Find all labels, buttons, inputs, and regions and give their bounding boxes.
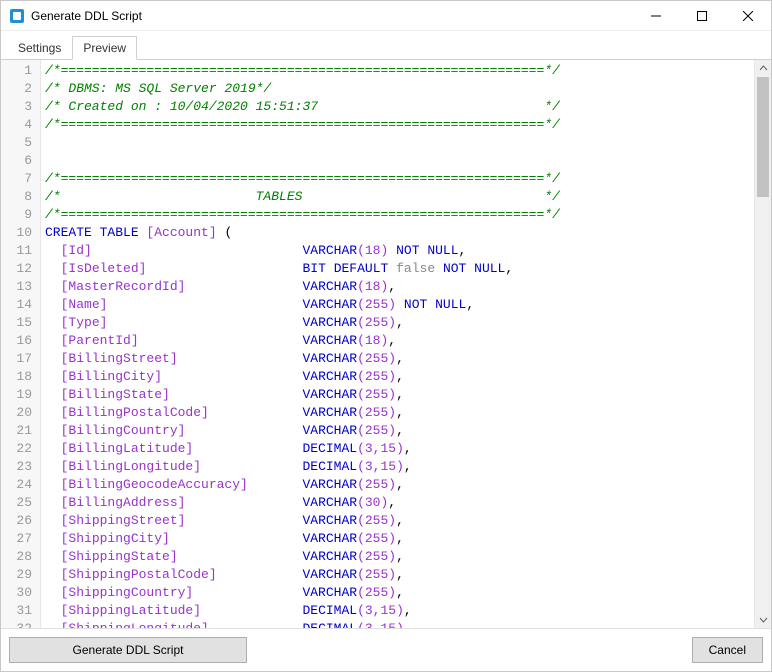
line-number: 7 [11, 170, 32, 188]
code-line: [BillingPostalCode] VARCHAR(255), [45, 404, 750, 422]
window-title: Generate DDL Script [31, 9, 142, 23]
maximize-button[interactable] [679, 1, 725, 31]
code-line: [IsDeleted] BIT DEFAULT false NOT NULL, [45, 260, 750, 278]
line-number: 1 [11, 62, 32, 80]
tab-settings[interactable]: Settings [7, 36, 72, 60]
code-line: [BillingCountry] VARCHAR(255), [45, 422, 750, 440]
scroll-down-icon[interactable] [755, 611, 771, 628]
code-line: [Name] VARCHAR(255) NOT NULL, [45, 296, 750, 314]
line-number: 32 [11, 620, 32, 629]
vertical-scrollbar[interactable] [754, 60, 771, 628]
line-number: 15 [11, 314, 32, 332]
line-number: 30 [11, 584, 32, 602]
code-line: /*======================================… [45, 62, 750, 80]
line-number: 13 [11, 278, 32, 296]
line-number: 20 [11, 404, 32, 422]
code-line: [ShippingPostalCode] VARCHAR(255), [45, 566, 750, 584]
line-number: 27 [11, 530, 32, 548]
minimize-button[interactable] [633, 1, 679, 31]
code-line: [BillingAddress] VARCHAR(30), [45, 494, 750, 512]
code-line: /*======================================… [45, 116, 750, 134]
code-area[interactable]: /*======================================… [41, 60, 754, 628]
code-editor: 1234567891011121314151617181920212223242… [1, 60, 771, 629]
code-line: [BillingCity] VARCHAR(255), [45, 368, 750, 386]
line-number: 17 [11, 350, 32, 368]
code-line: [MasterRecordId] VARCHAR(18), [45, 278, 750, 296]
code-line: [ShippingCountry] VARCHAR(255), [45, 584, 750, 602]
line-number: 26 [11, 512, 32, 530]
line-number: 21 [11, 422, 32, 440]
code-line: [Id] VARCHAR(18) NOT NULL, [45, 242, 750, 260]
code-line: [BillingStreet] VARCHAR(255), [45, 350, 750, 368]
line-number: 11 [11, 242, 32, 260]
line-number: 10 [11, 224, 32, 242]
code-line: [BillingLatitude] DECIMAL(3,15), [45, 440, 750, 458]
line-number: 28 [11, 548, 32, 566]
code-line: [ShippingCity] VARCHAR(255), [45, 530, 750, 548]
code-line: [ShippingStreet] VARCHAR(255), [45, 512, 750, 530]
cancel-button[interactable]: Cancel [692, 637, 763, 663]
line-number: 8 [11, 188, 32, 206]
tabs: Settings Preview [1, 31, 771, 60]
close-button[interactable] [725, 1, 771, 31]
footer: Generate DDL Script Cancel [1, 629, 771, 671]
line-number: 6 [11, 152, 32, 170]
line-number: 14 [11, 296, 32, 314]
line-number: 3 [11, 98, 32, 116]
code-line: [BillingGeocodeAccuracy] VARCHAR(255), [45, 476, 750, 494]
line-number: 24 [11, 476, 32, 494]
line-number: 2 [11, 80, 32, 98]
code-line [45, 152, 750, 170]
code-line: /* TABLES */ [45, 188, 750, 206]
scroll-up-icon[interactable] [755, 60, 771, 77]
line-number: 18 [11, 368, 32, 386]
code-line: [Type] VARCHAR(255), [45, 314, 750, 332]
line-number: 16 [11, 332, 32, 350]
code-line: /*======================================… [45, 206, 750, 224]
generate-button[interactable]: Generate DDL Script [9, 637, 247, 663]
code-line: [ParentId] VARCHAR(18), [45, 332, 750, 350]
code-line: /* Created on : 10/04/2020 15:51:37 */ [45, 98, 750, 116]
code-line: [ShippingLongitude] DECIMAL(3,15), [45, 620, 750, 628]
line-number: 25 [11, 494, 32, 512]
code-line: [ShippingState] VARCHAR(255), [45, 548, 750, 566]
code-line: [BillingState] VARCHAR(255), [45, 386, 750, 404]
code-line: /* DBMS: MS SQL Server 2019*/ [45, 80, 750, 98]
line-number: 31 [11, 602, 32, 620]
line-number: 29 [11, 566, 32, 584]
app-icon [9, 8, 25, 24]
scroll-thumb[interactable] [757, 77, 769, 197]
line-number: 22 [11, 440, 32, 458]
line-gutter: 1234567891011121314151617181920212223242… [1, 60, 41, 628]
tab-preview[interactable]: Preview [72, 36, 137, 60]
line-number: 5 [11, 134, 32, 152]
line-number: 12 [11, 260, 32, 278]
line-number: 4 [11, 116, 32, 134]
line-number: 19 [11, 386, 32, 404]
line-number: 9 [11, 206, 32, 224]
titlebar: Generate DDL Script [1, 1, 771, 31]
code-line: [BillingLongitude] DECIMAL(3,15), [45, 458, 750, 476]
code-line [45, 134, 750, 152]
code-line: CREATE TABLE [Account] ( [45, 224, 750, 242]
code-line: [ShippingLatitude] DECIMAL(3,15), [45, 602, 750, 620]
line-number: 23 [11, 458, 32, 476]
code-line: /*======================================… [45, 170, 750, 188]
